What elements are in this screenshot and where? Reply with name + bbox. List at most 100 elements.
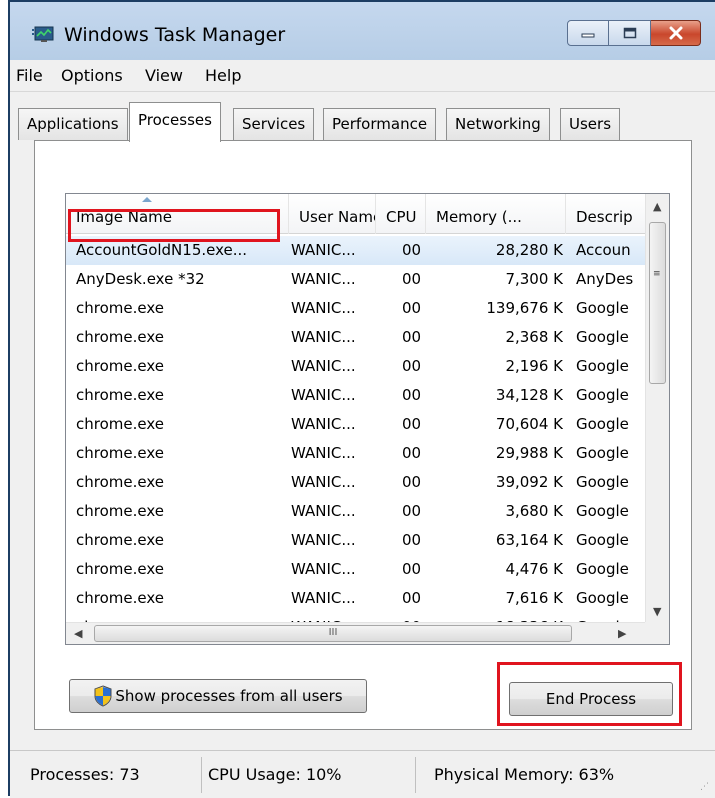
process-name-cell: AnyDesk.exe *32 bbox=[76, 270, 205, 288]
description-cell: Google bbox=[576, 328, 629, 346]
user-name-cell: WANIC... bbox=[291, 589, 356, 607]
tab-services[interactable]: Services bbox=[233, 108, 315, 140]
menu-view[interactable]: View bbox=[145, 66, 183, 85]
maximize-icon bbox=[623, 27, 636, 39]
process-name-cell: chrome.exe bbox=[76, 560, 164, 578]
process-name-cell: chrome.exe bbox=[76, 328, 164, 346]
description-cell: Google bbox=[576, 560, 629, 578]
end-process-button[interactable]: End Process bbox=[509, 682, 673, 716]
tab-applications[interactable]: Applications bbox=[18, 108, 128, 140]
process-name-cell: chrome.exe bbox=[76, 299, 164, 317]
cpu-cell: 00 bbox=[402, 386, 422, 404]
column-description-label: Descrip bbox=[576, 208, 633, 226]
column-user-name-label: User Name bbox=[299, 208, 376, 226]
vertical-scrollbar[interactable]: ▲ ≡ ▼ bbox=[645, 194, 669, 624]
description-cell: Google bbox=[576, 357, 629, 375]
user-name-cell: WANIC... bbox=[291, 415, 356, 433]
memory-cell: 2,196 K bbox=[505, 357, 563, 375]
table-row[interactable]: chrome.exe WANIC... 00 39,092 K Google bbox=[66, 468, 646, 497]
memory-cell: 63,164 K bbox=[495, 531, 563, 549]
user-name-cell: WANIC... bbox=[291, 270, 356, 288]
memory-cell: 70,604 K bbox=[495, 415, 563, 433]
cpu-cell: 00 bbox=[402, 328, 422, 346]
memory-cell: 39,092 K bbox=[495, 473, 563, 491]
column-description[interactable]: Descrip bbox=[566, 194, 646, 234]
table-row[interactable]: AnyDesk.exe *32 WANIC... 00 7,300 K AnyDes bbox=[66, 265, 646, 294]
table-row[interactable]: chrome.exe WANIC... 00 34,128 K Google bbox=[66, 381, 646, 410]
user-name-cell: WANIC... bbox=[291, 386, 356, 404]
process-name-cell: chrome.exe bbox=[76, 444, 164, 462]
memory-cell: 4,476 K bbox=[505, 560, 563, 578]
scroll-left-arrow-icon[interactable]: ◀ bbox=[74, 627, 82, 640]
table-row[interactable]: chrome.exe WANIC... 00 63,164 K Google bbox=[66, 526, 646, 555]
sort-ascending-icon bbox=[142, 197, 152, 202]
cpu-cell: 00 bbox=[402, 444, 422, 462]
horizontal-scrollbar[interactable]: ◀ III ▶ bbox=[66, 622, 646, 644]
tab-users[interactable]: Users bbox=[560, 108, 621, 140]
description-cell: Google bbox=[576, 589, 629, 607]
user-name-cell: WANIC... bbox=[291, 241, 356, 259]
menu-file[interactable]: File bbox=[16, 66, 43, 85]
tab-networking[interactable]: Networking bbox=[446, 108, 550, 140]
status-cpu-usage: CPU Usage: 10% bbox=[202, 757, 416, 793]
column-memory[interactable]: Memory (... bbox=[426, 194, 566, 234]
process-list[interactable]: Image Name User Name CPU Memory (... Des… bbox=[65, 193, 670, 645]
maximize-button[interactable] bbox=[609, 20, 651, 46]
description-cell: AnyDes bbox=[576, 270, 634, 288]
process-name-cell: chrome.exe bbox=[76, 531, 164, 549]
column-header-row: Image Name User Name CPU Memory (... Des… bbox=[66, 194, 646, 234]
user-name-cell: WANIC... bbox=[291, 444, 356, 462]
left-margin bbox=[0, 0, 8, 796]
table-row[interactable]: AccountGoldN15.exe... WANIC... 00 28,280 K A… bbox=[66, 236, 646, 265]
scroll-up-arrow-icon[interactable]: ▲ bbox=[653, 200, 661, 213]
horizontal-scroll-thumb[interactable]: III bbox=[94, 625, 572, 642]
description-cell: Google bbox=[576, 444, 629, 462]
table-row[interactable]: chrome.exe WANIC... 00 2,368 K Google bbox=[66, 323, 646, 352]
client-area: Applications Processes Services Performa… bbox=[10, 92, 715, 750]
cpu-cell: 00 bbox=[402, 531, 422, 549]
vertical-scroll-thumb[interactable] bbox=[649, 222, 666, 384]
status-physical-memory: Physical Memory: 63% bbox=[434, 765, 615, 784]
memory-cell: 3,680 K bbox=[505, 502, 563, 520]
tab-processes[interactable]: Processes bbox=[129, 102, 221, 142]
show-all-users-button[interactable]: Show processes from all users bbox=[69, 679, 367, 713]
user-name-cell: WANIC... bbox=[291, 299, 356, 317]
user-name-cell: WANIC... bbox=[291, 531, 356, 549]
minimize-button[interactable] bbox=[567, 20, 609, 46]
scroll-right-arrow-icon[interactable]: ▶ bbox=[618, 627, 626, 640]
description-cell: Google bbox=[576, 299, 629, 317]
cpu-cell: 00 bbox=[402, 415, 422, 433]
menu-help[interactable]: Help bbox=[205, 66, 241, 85]
column-user-name[interactable]: User Name bbox=[289, 194, 376, 234]
table-row[interactable]: chrome.exe WANIC... 00 4,476 K Google bbox=[66, 555, 646, 584]
column-image-name[interactable]: Image Name bbox=[66, 194, 289, 234]
table-row[interactable]: chrome.exe WANIC... 00 2,196 K Google bbox=[66, 352, 646, 381]
menu-bar: File Options View Help bbox=[10, 60, 715, 92]
table-row[interactable]: chrome.exe WANIC... 00 29,988 K Google bbox=[66, 439, 646, 468]
user-name-cell: WANIC... bbox=[291, 328, 356, 346]
description-cell: Google bbox=[576, 502, 629, 520]
description-cell: Google bbox=[576, 531, 629, 549]
description-cell: Accoun bbox=[576, 241, 631, 259]
column-cpu[interactable]: CPU bbox=[376, 194, 426, 234]
title-bar[interactable]: Windows Task Manager bbox=[10, 2, 715, 60]
tab-performance[interactable]: Performance bbox=[323, 108, 437, 140]
table-row[interactable]: chrome.exe WANIC... 00 139,676 K Google bbox=[66, 294, 646, 323]
status-processes: Processes: 73 bbox=[24, 757, 202, 793]
window-title: Windows Task Manager bbox=[64, 24, 286, 46]
minimize-icon bbox=[581, 33, 595, 38]
close-button[interactable] bbox=[651, 20, 701, 46]
resize-grip-icon[interactable]: ⋰ bbox=[700, 782, 709, 792]
cpu-cell: 00 bbox=[402, 473, 422, 491]
task-manager-window: Windows Task Manager File Options View H… bbox=[8, 0, 715, 798]
column-image-name-label: Image Name bbox=[76, 208, 172, 226]
cpu-cell: 00 bbox=[402, 241, 422, 259]
cpu-cell: 00 bbox=[402, 502, 422, 520]
table-row[interactable]: chrome.exe WANIC... 00 7,616 K Google bbox=[66, 584, 646, 613]
memory-cell: 2,368 K bbox=[505, 328, 563, 346]
table-row[interactable]: chrome.exe WANIC... 00 3,680 K Google bbox=[66, 497, 646, 526]
menu-options[interactable]: Options bbox=[61, 66, 123, 85]
table-row[interactable]: chrome.exe WANIC... 00 70,604 K Google bbox=[66, 410, 646, 439]
scroll-down-arrow-icon[interactable]: ▼ bbox=[653, 605, 661, 618]
user-name-cell: WANIC... bbox=[291, 473, 356, 491]
